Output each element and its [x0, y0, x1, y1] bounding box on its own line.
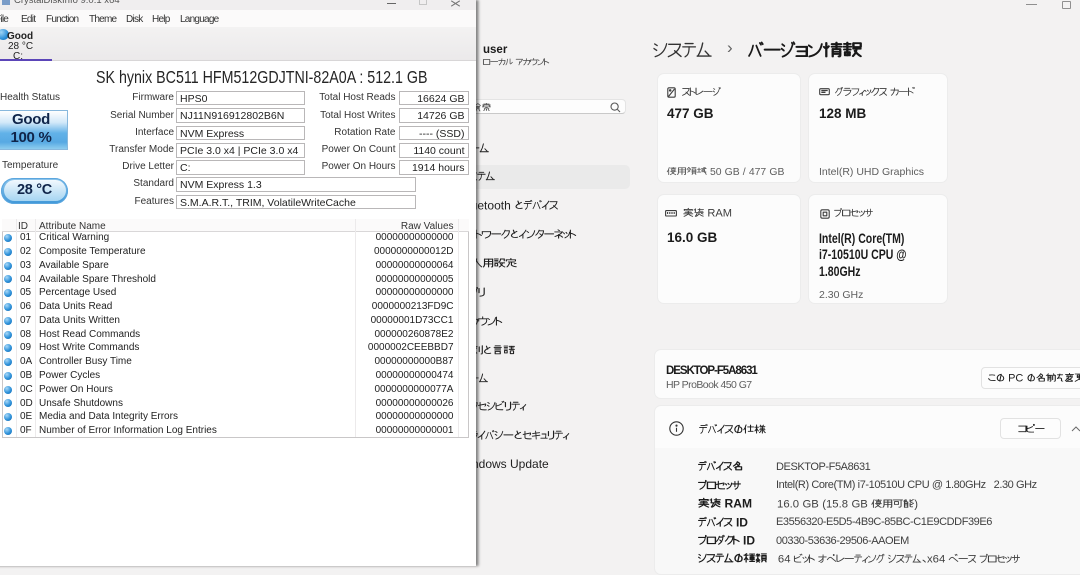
svg-text:x64: x64	[927, 553, 945, 565]
svg-text:16.0: 16.0	[777, 498, 799, 510]
svg-text:GB: GB	[851, 498, 867, 510]
svg-text:GB: GB	[802, 498, 818, 510]
svg-text:ID: ID	[736, 516, 748, 529]
svg-text:ID: ID	[743, 534, 755, 547]
svg-text:/: /	[743, 166, 746, 177]
svg-text:GB: GB	[769, 166, 784, 177]
svg-text:RAM: RAM	[707, 208, 732, 220]
svg-text:477: 477	[749, 166, 767, 177]
svg-text:): )	[914, 498, 918, 510]
svg-text:64: 64	[778, 553, 791, 565]
svg-text:RAM: RAM	[725, 497, 752, 510]
svg-text:PC: PC	[1008, 372, 1023, 384]
svg-text:50: 50	[710, 166, 722, 177]
svg-text:GB: GB	[725, 166, 740, 177]
svg-text:(15.8: (15.8	[822, 498, 848, 510]
